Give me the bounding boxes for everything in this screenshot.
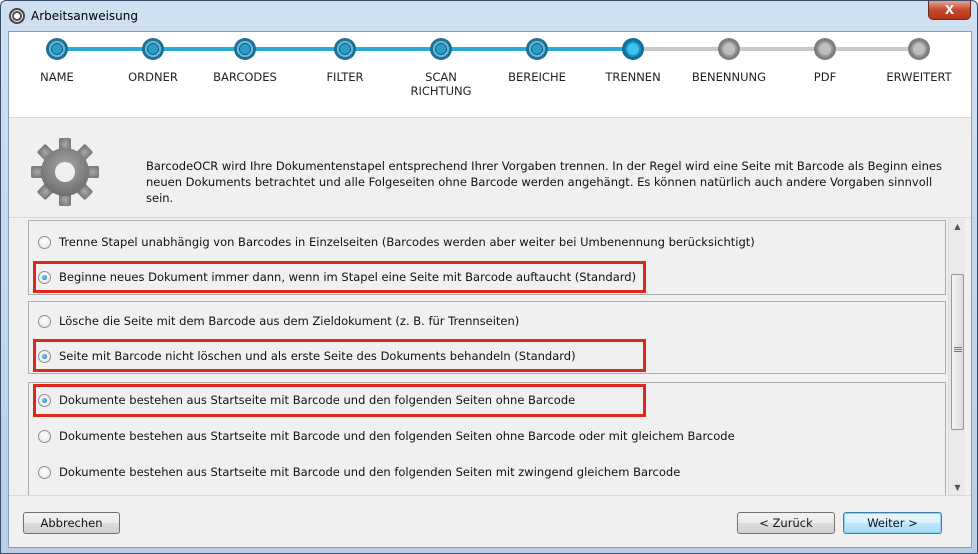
close-button[interactable]: X: [928, 1, 971, 20]
highlight-box: [33, 261, 646, 293]
grip-icon: [954, 347, 962, 348]
radio-button[interactable]: [38, 314, 51, 328]
step-dot-barcodes[interactable]: [234, 38, 256, 60]
next-button[interactable]: Weiter >: [843, 512, 942, 534]
step-label-erweitert[interactable]: ERWEITERT: [879, 70, 959, 84]
radio-button[interactable]: [38, 465, 51, 479]
app-gear-icon: [9, 8, 25, 24]
step-label-name[interactable]: NAME: [27, 70, 87, 84]
wizard-window: Arbeitsanweisung X NAME ORDNER BARCODES …: [0, 0, 978, 554]
option-group-barcode-page: Lösche die Seite mit dem Barcode aus dem…: [28, 301, 946, 374]
step-label-filter[interactable]: FILTER: [310, 70, 380, 84]
radio-option-same-barcode-required[interactable]: Dokumente bestehen aus Startseite mit Ba…: [29, 462, 680, 482]
radio-button[interactable]: [38, 235, 51, 249]
back-button[interactable]: < Zurück: [737, 512, 835, 534]
radio-label[interactable]: Dokumente bestehen aus Startseite mit Ba…: [59, 465, 680, 479]
step-dot-bereiche[interactable]: [526, 38, 548, 60]
info-description: BarcodeOCR wird Ihre Dokumentenstapel en…: [146, 159, 942, 205]
gear-icon: [31, 138, 99, 206]
radio-button[interactable]: [38, 429, 51, 443]
radio-option-split-pages[interactable]: Trenne Stapel unabhängig von Barcodes in…: [29, 232, 755, 252]
step-dot-benennung[interactable]: [718, 38, 740, 60]
step-dot-name[interactable]: [46, 38, 68, 60]
wizard-footer: Abbrechen < Zurück Weiter >: [9, 495, 971, 547]
radio-option-without-or-same-barcode[interactable]: Dokumente bestehen aus Startseite mit Ba…: [29, 426, 735, 446]
window-title: Arbeitsanweisung: [31, 9, 139, 23]
radio-label[interactable]: Dokumente bestehen aus Startseite mit Ba…: [59, 429, 735, 443]
radio-label[interactable]: Trenne Stapel unabhängig von Barcodes in…: [59, 235, 755, 249]
highlight-box: [33, 384, 646, 417]
step-dot-erweitert[interactable]: [908, 38, 930, 60]
wizard-steps: NAME ORDNER BARCODES FILTER SCAN RICHTUN…: [9, 32, 971, 117]
progress-track-remaining: [633, 47, 921, 51]
scroll-up-arrow-icon[interactable]: ▲: [949, 218, 966, 235]
wizard-client: NAME ORDNER BARCODES FILTER SCAN RICHTUN…: [8, 31, 972, 548]
radio-label[interactable]: Lösche die Seite mit dem Barcode aus dem…: [59, 314, 519, 328]
option-group-document-composition: Dokumente bestehen aus Startseite mit Ba…: [28, 382, 946, 495]
highlight-box: [33, 339, 646, 372]
radio-option-delete-barcode-page[interactable]: Lösche die Seite mit dem Barcode aus dem…: [29, 311, 519, 331]
step-dot-filter[interactable]: [334, 38, 356, 60]
option-group-split-mode: Trenne Stapel unabhängig von Barcodes in…: [28, 220, 946, 295]
scroll-down-arrow-icon[interactable]: ▼: [949, 479, 966, 495]
options-panel: Trenne Stapel unabhängig von Barcodes in…: [9, 217, 971, 495]
step-label-scan-richtung[interactable]: SCAN RICHTUNG: [401, 70, 481, 98]
title-bar[interactable]: Arbeitsanweisung X: [1, 1, 977, 31]
step-label-barcodes[interactable]: BARCODES: [205, 70, 285, 84]
vertical-scrollbar[interactable]: ▲ ▼: [948, 218, 965, 495]
step-label-benennung[interactable]: BENENNUNG: [684, 70, 774, 84]
step-dot-trennen[interactable]: [622, 38, 644, 60]
step-label-pdf[interactable]: PDF: [790, 70, 860, 84]
step-dot-ordner[interactable]: [142, 38, 164, 60]
scrollbar-thumb[interactable]: [951, 274, 964, 430]
step-label-trennen[interactable]: TRENNEN: [593, 70, 673, 84]
info-panel: BarcodeOCR wird Ihre Dokumentenstapel en…: [9, 117, 971, 217]
step-label-bereiche[interactable]: BEREICHE: [497, 70, 577, 84]
cancel-button[interactable]: Abbrechen: [23, 512, 120, 534]
step-dot-pdf[interactable]: [814, 38, 836, 60]
step-dot-scan-richtung[interactable]: [430, 38, 452, 60]
step-label-ordner[interactable]: ORDNER: [118, 70, 188, 84]
